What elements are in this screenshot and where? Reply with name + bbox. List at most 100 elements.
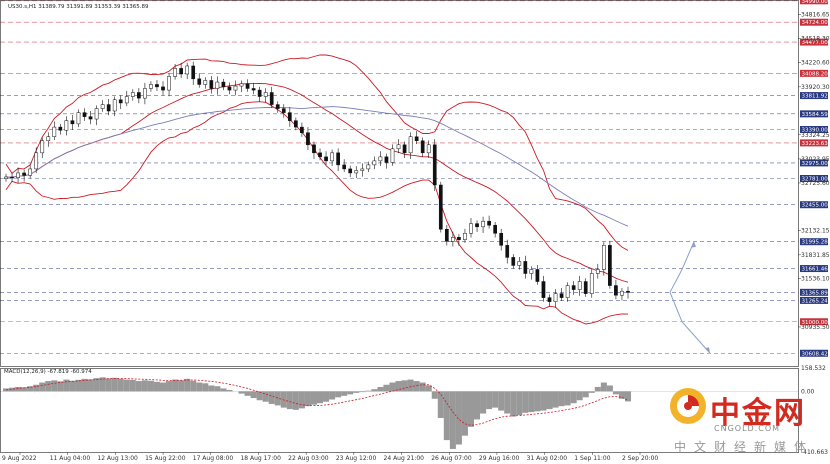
level-label: 31265.24 [802, 298, 829, 304]
macd-bar [166, 381, 173, 392]
macd-bar [437, 391, 444, 418]
candle-body [185, 65, 190, 75]
candle-body [10, 176, 14, 179]
candle-body [179, 68, 183, 75]
macd-bar [2, 388, 10, 392]
macd-bar [208, 385, 215, 392]
watermark: 中金网 CNGOLD.COM 中文财经新媒体 [668, 384, 818, 458]
candle-body [481, 220, 485, 228]
macd-bar [51, 380, 58, 392]
macd-bar [335, 391, 342, 398]
level-label: 31365.89 [802, 290, 829, 296]
candle-body [137, 92, 141, 99]
macd-bar [582, 391, 589, 398]
macd-bar [480, 391, 487, 414]
candle-body [203, 80, 208, 85]
candle-body [348, 168, 353, 174]
macd-bar [401, 380, 408, 392]
macd-bar [365, 390, 372, 392]
candle-body [197, 78, 202, 85]
macd-bar [129, 379, 136, 392]
candle-body [589, 273, 594, 294]
macd-bar [461, 391, 468, 436]
time-tick-label: 12 Aug 13:00 [97, 455, 138, 462]
macd-bar [323, 391, 330, 402]
macd-bar [407, 379, 414, 392]
macd-bar [455, 391, 462, 445]
macd-bar [353, 391, 360, 393]
candle-body [577, 281, 582, 290]
candle-body [312, 144, 316, 154]
candle-body [402, 144, 407, 154]
candle-body [438, 184, 443, 230]
price-tick-label: 34518.30 [801, 36, 830, 43]
macd-label: MACD(12,26,9) -67.819 -60.974 [4, 369, 92, 375]
macd-bar [39, 382, 46, 392]
candle-body [595, 269, 600, 274]
candle-body [523, 261, 528, 274]
price-tick-label: 31831.85 [801, 252, 830, 259]
candle-body [620, 290, 624, 296]
macd-bar [534, 391, 541, 412]
time-tick-label: 31 Aug 02:00 [527, 455, 568, 462]
candle-body [58, 126, 63, 131]
candle-body [118, 99, 123, 104]
candle-body [161, 86, 165, 91]
candle-body [426, 144, 431, 154]
macd-bar [624, 391, 632, 402]
watermark-subtitle: 中文财经新媒体 [674, 440, 815, 454]
macd-bar [141, 380, 148, 392]
candle-body [390, 148, 395, 163]
candle-body [360, 168, 365, 171]
candle-body [306, 132, 310, 146]
macd-bar [202, 383, 209, 392]
candle-body [535, 269, 540, 282]
macd-bar [443, 391, 450, 441]
level-label: 31995.28 [802, 240, 829, 246]
candle-body [34, 152, 39, 170]
macd-bar [220, 388, 227, 392]
macd-tick-label: 158.532 [801, 365, 826, 372]
macd-bar [371, 389, 378, 392]
candle-body [149, 84, 153, 89]
candle-body [318, 152, 322, 158]
macd-bar [159, 382, 167, 392]
macd-bar [570, 391, 577, 404]
macd-bar [238, 391, 245, 394]
candle-body [342, 164, 347, 170]
macd-bar [304, 391, 311, 407]
macd-bar [341, 391, 348, 396]
candle-body [173, 68, 177, 77]
candle-body [294, 120, 298, 128]
cngold-logo-icon [670, 388, 706, 424]
candle-body [28, 168, 33, 176]
macd-bar [298, 391, 305, 409]
candle-body [155, 84, 159, 88]
candle-body [330, 152, 334, 162]
time-tick-label: 1 Sep 11:00 [574, 455, 610, 462]
price-tick-label: 32725.60 [801, 180, 830, 187]
macd-bar [292, 391, 299, 410]
macd-bar [389, 382, 396, 392]
candle-body [553, 293, 558, 302]
candle-body [52, 126, 57, 137]
level-label: 33223.63 [802, 141, 829, 147]
macd-bar [153, 381, 160, 392]
time-tick-label: 11 Aug 04:00 [50, 455, 91, 462]
macd-bar [528, 391, 535, 413]
macd-bar [286, 391, 293, 410]
candle-body [457, 237, 461, 240]
macd-bar [431, 391, 438, 399]
macd-bar [498, 391, 505, 411]
macd-bar [449, 391, 456, 449]
macd-bar [75, 379, 82, 392]
candle-body [4, 176, 8, 179]
candle-body [239, 83, 244, 87]
candle-body [432, 144, 437, 186]
time-tick-label: 17 Aug 08:00 [193, 455, 234, 462]
candle-body [608, 245, 612, 286]
candle-body [336, 152, 340, 166]
macd-bar [196, 382, 203, 392]
macd-bar [123, 379, 130, 392]
candle-body [499, 233, 504, 246]
